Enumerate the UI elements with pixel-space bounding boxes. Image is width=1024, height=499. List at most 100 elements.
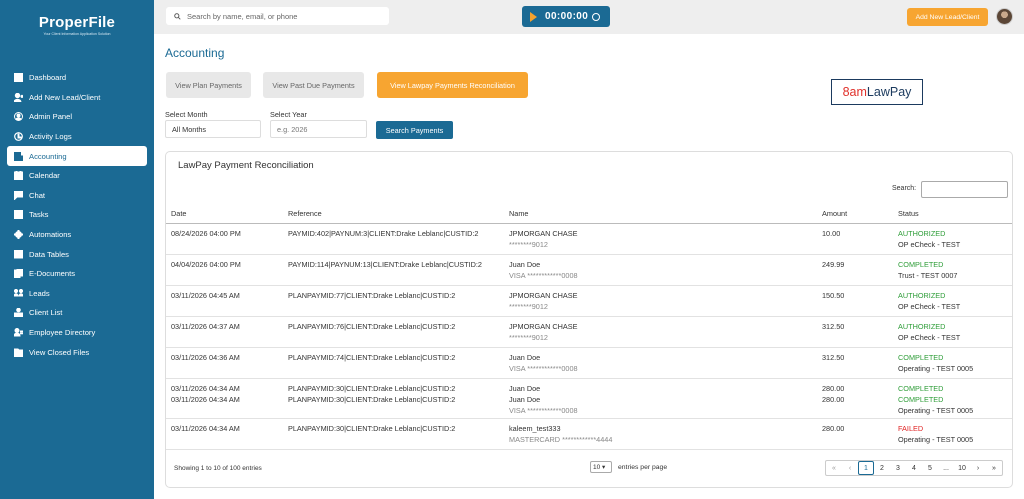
row-status: COMPLETED: [898, 383, 944, 393]
row-status: FAILED: [898, 423, 924, 433]
sidebar-item-add-new-lead-client[interactable]: Add New Lead/Client: [7, 88, 147, 108]
last-page-button[interactable]: »: [986, 461, 1002, 475]
client-list-icon: [13, 308, 23, 318]
page-button-2[interactable]: 2: [874, 461, 890, 475]
dashboard-icon: [13, 73, 23, 83]
row-reference: PAYMID:402|PAYNUM:3|CLIENT:Drake Leblanc…: [283, 223, 504, 255]
sidebar-item-client-list[interactable]: Client List: [7, 303, 147, 323]
sidebar-item-automations[interactable]: Automations: [7, 225, 147, 245]
sidebar-item-view-closed-files[interactable]: View Closed Files: [7, 342, 147, 362]
page-button-5[interactable]: 5: [922, 461, 938, 475]
row-date: 03/11/2026 04:34 AM: [171, 394, 240, 404]
row-account: VISA ************0008: [509, 363, 578, 373]
table-row[interactable]: 03/11/2026 04:37 AM PLANPAYMID:76|CLIENT:…: [166, 316, 1012, 348]
next-page-button[interactable]: ›: [970, 461, 986, 475]
row-account-label: Trust - TEST 0007: [898, 270, 958, 280]
table-icon: [13, 249, 23, 259]
table-row[interactable]: 03/11/2026 04:34 AM PLANPAYMID:30|CLIENT…: [166, 418, 1012, 450]
sidebar-item-data-tables[interactable]: Data Tables: [7, 244, 147, 264]
first-page-button[interactable]: «: [826, 461, 842, 475]
tab-past-due-payments[interactable]: View Past Due Payments: [263, 72, 364, 98]
brand-tagline: Your Client Information Application Solu…: [43, 32, 111, 36]
sidebar-item-label: Chat: [29, 190, 46, 200]
brand-name: ProperFile: [38, 14, 116, 31]
page-button-4[interactable]: 4: [906, 461, 922, 475]
global-search-input[interactable]: [187, 11, 377, 21]
column-header-date[interactable]: Date: [166, 204, 283, 224]
table-search-label: Search:: [892, 185, 917, 192]
sidebar-item-label: Employee Directory: [29, 328, 96, 338]
page-button-1[interactable]: 1: [858, 461, 874, 475]
sidebar-item-calendar[interactable]: Calendar: [7, 166, 147, 186]
brand-logo[interactable]: ProperFile Your Client Information Appli…: [0, 14, 154, 36]
prev-page-button[interactable]: ‹: [842, 461, 858, 475]
page-size-value: 10: [593, 463, 601, 471]
add-lead-button[interactable]: Add New Lead/Client: [907, 8, 988, 26]
row-account: MASTERCARD ************4444: [509, 434, 613, 444]
reconciliation-card: LawPay Payment Reconciliation Search: Da…: [165, 151, 1013, 488]
table-info: Showing 1 to 10 of 100 entries: [174, 465, 262, 472]
page-button-10[interactable]: 10: [954, 461, 970, 475]
column-header-status[interactable]: Status: [893, 204, 1012, 224]
table-row[interactable]: 03/11/2026 04:36 AM PLANPAYMID:74|CLIENT:…: [166, 347, 1012, 379]
time-tracker[interactable]: 00:00:00: [522, 6, 610, 27]
table-row[interactable]: 03/11/2026 04:34 AM 03/11/2026 04:34 AM …: [166, 378, 1012, 419]
row-status: COMPLETED: [898, 394, 944, 404]
row-name: Juan Doe: [509, 259, 541, 269]
sidebar-item-label: Leads: [29, 288, 50, 298]
row-name: kaleem_test333: [509, 423, 561, 433]
sidebar-item-e-documents[interactable]: E-Documents: [7, 264, 147, 284]
sidebar-item-label: Client List: [29, 308, 63, 318]
sidebar-item-dashboard[interactable]: Dashboard: [7, 68, 147, 88]
row-date: 03/11/2026 04:34 AM: [166, 418, 283, 450]
table-row[interactable]: 03/11/2026 04:45 AM PLANPAYMID:77|CLIENT:…: [166, 285, 1012, 317]
row-amount: 280.00: [822, 394, 845, 404]
sidebar-item-tasks[interactable]: Tasks: [7, 205, 147, 225]
row-account: ********9012: [509, 239, 548, 249]
tab-plan-payments[interactable]: View Plan Payments: [166, 72, 251, 98]
clock-icon: [13, 132, 23, 142]
row-name: Juan Doe: [509, 394, 541, 404]
year-input[interactable]: [270, 120, 367, 138]
sidebar-item-activity-logs[interactable]: Activity Logs: [7, 127, 147, 147]
sidebar-item-label: View Closed Files: [29, 347, 90, 357]
column-header-name[interactable]: Name: [504, 204, 817, 224]
search-payments-button[interactable]: Search Payments: [376, 121, 453, 139]
sidebar-item-label: Activity Logs: [29, 132, 72, 142]
page-button-3[interactable]: 3: [890, 461, 906, 475]
column-header-amount[interactable]: Amount: [817, 204, 893, 224]
play-icon[interactable]: [530, 11, 537, 22]
row-account-label: Operating - TEST 0005: [898, 434, 974, 444]
row-status: AUTHORIZED: [898, 290, 946, 300]
global-search[interactable]: [166, 7, 389, 25]
month-label: Select Month: [165, 110, 208, 119]
row-date: 03/11/2026 04:45 AM: [166, 285, 283, 317]
row-name: JPMORGAN CHASE: [509, 228, 578, 238]
row-reference: PAYMID:114|PAYNUM:13|CLIENT:Drake Leblan…: [283, 254, 504, 286]
row-account-label: OP eCheck - TEST: [898, 301, 961, 311]
row-date: 08/24/2026 04:00 PM: [166, 223, 283, 255]
row-name: JPMORGAN CHASE: [509, 321, 578, 331]
sidebar-item-accounting[interactable]: Accounting: [7, 146, 147, 166]
month-select[interactable]: All Months: [165, 120, 261, 138]
sidebar-item-leads[interactable]: Leads: [7, 284, 147, 304]
page-size-control: 10 ▾ entries per page: [590, 461, 667, 473]
lawpay-logo-prefix: 8am: [842, 85, 867, 99]
sidebar-item-admin-panel[interactable]: Admin Panel: [7, 107, 147, 127]
table-search-input[interactable]: [921, 181, 1008, 198]
table-row[interactable]: 04/04/2026 04:00 PM PAYMID:114|PAYNUM:13|…: [166, 254, 1012, 286]
admin-icon: [13, 112, 23, 122]
sidebar-item-employee-directory[interactable]: Employee Directory: [7, 323, 147, 343]
page-size-select[interactable]: 10 ▾: [590, 461, 612, 473]
row-status: AUTHORIZED: [898, 228, 946, 238]
documents-icon: [13, 269, 23, 279]
sidebar: ProperFile Your Client Information Appli…: [0, 0, 154, 499]
timer-display: 00:00:00: [545, 11, 589, 22]
sidebar-item-chat[interactable]: Chat: [7, 186, 147, 206]
tab-lawpay-reconciliation[interactable]: View Lawpay Payments Reconciliation: [377, 72, 528, 98]
column-header-reference[interactable]: Reference: [283, 204, 504, 224]
sidebar-item-label: Automations: [29, 230, 72, 240]
user-avatar[interactable]: [996, 8, 1013, 25]
directory-icon: [13, 328, 23, 338]
table-row[interactable]: 08/24/2026 04:00 PM PAYMID:402|PAYNUM:3|C…: [166, 223, 1012, 255]
